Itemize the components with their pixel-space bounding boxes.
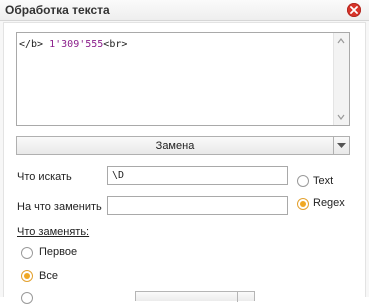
chevron-down-icon [337,143,346,148]
operation-dropdown[interactable]: Замена [16,136,350,155]
find-input-value: \D [112,170,125,181]
editor-content: </b> 1'309'555<br> [19,39,127,50]
scroll-up-icon[interactable] [337,37,345,45]
scroll-down-icon[interactable] [337,113,345,121]
replace-input[interactable] [107,196,288,215]
mode-text-radio[interactable] [297,175,309,187]
mode-regex-label[interactable]: Regex [313,197,345,209]
replace-all-radio[interactable] [21,270,33,282]
mode-regex-radio[interactable] [297,198,309,210]
editor-text-after: <br> [103,39,128,50]
find-input[interactable]: \D [107,166,288,185]
text-processing-dialog: Обработка текста </b> 1'309'555<br> Заме… [0,0,369,304]
replace-label: На что заменить [17,201,102,213]
replace-nth-radio[interactable] [21,292,33,304]
find-label: Что искать [17,171,72,183]
window-title: Обработка текста [5,3,110,17]
vertical-scrollbar[interactable] [333,33,349,125]
close-icon [350,6,358,14]
occurrence-dropdown[interactable] [135,291,255,302]
editor-text-number: 1'309'555 [49,39,104,50]
title-bar: Обработка текста [0,0,369,21]
replace-first-radio[interactable] [21,247,33,259]
mode-text-label[interactable]: Text [313,175,333,187]
close-button[interactable] [347,3,361,17]
editor-text-before: </b> [19,39,50,50]
dropdown-button[interactable] [333,137,349,154]
operation-selected: Замена [155,140,195,152]
text-editor[interactable]: </b> 1'309'555<br> [16,32,350,126]
replace-all-label[interactable]: Все [39,270,58,282]
replace-first-label[interactable]: Первое [39,246,77,258]
what-to-replace-heading: Что заменять: [17,226,90,238]
